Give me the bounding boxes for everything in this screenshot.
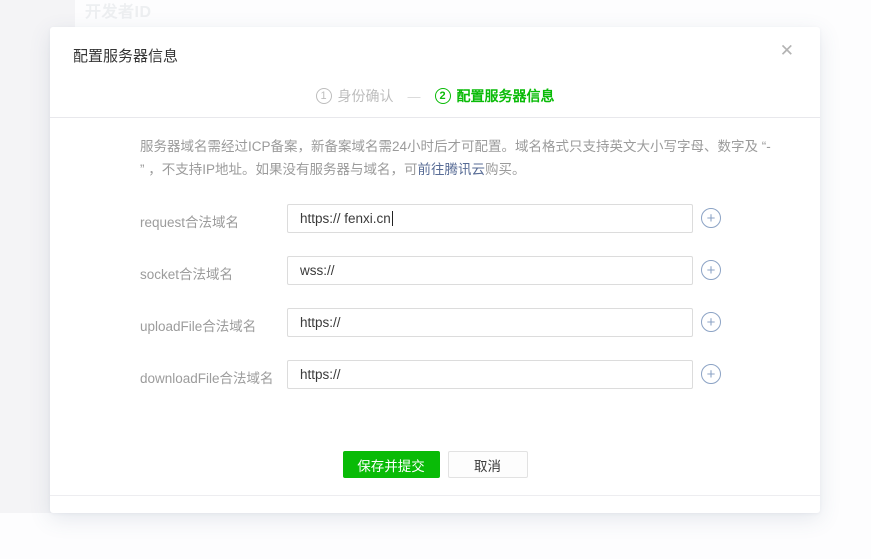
dialog-actions: 保存并提交 取消 [50, 451, 820, 478]
step-separator-dash: — [408, 89, 421, 104]
uploadfile-domain-label: uploadFile合法域名 [140, 315, 256, 335]
request-domain-label: request合法域名 [140, 211, 239, 231]
add-socket-domain-plus-icon[interactable]: + [701, 260, 721, 280]
save-and-submit-button[interactable]: 保存并提交 [343, 451, 440, 478]
request-domain-input[interactable]: https:// fenxi.cn [287, 204, 693, 233]
add-downloadfile-domain-plus-icon[interactable]: + [701, 364, 721, 384]
step2-number-circle: 2 [435, 88, 451, 104]
downloadfile-domain-input[interactable]: https:// [287, 360, 693, 389]
domain-rules-description: 服务器域名需经过ICP备案，新备案域名需24小时后才可配置。域名格式只支持英文大… [140, 135, 772, 181]
dialog-title: 配置服务器信息 [73, 45, 178, 66]
steps-indicator: 1 身份确认 — 2 配置服务器信息 [50, 86, 820, 106]
form-row-request-domain: request合法域名 https:// fenxi.cn + [50, 204, 820, 233]
socket-domain-input[interactable]: wss:// [287, 256, 693, 285]
step2-label: 配置服务器信息 [457, 86, 555, 106]
socket-domain-value: wss:// [300, 263, 335, 278]
uploadfile-domain-value: https:// [300, 315, 341, 330]
form-row-downloadfile-domain: downloadFile合法域名 https:// + [50, 360, 820, 389]
downloadfile-domain-value: https:// [300, 367, 341, 382]
text-caret [392, 211, 393, 226]
uploadfile-domain-input[interactable]: https:// [287, 308, 693, 337]
socket-domain-label: socket合法域名 [140, 263, 233, 283]
background-page-heading: 开发者ID [85, 0, 152, 22]
header-divider [50, 117, 820, 118]
description-line1: 服务器域名需经过ICP备案，新备案域名需24小时后才可配置。域名格式只支持英文大… [140, 139, 771, 154]
description-line2-after-link: 购买。 [485, 162, 526, 177]
request-domain-value: https:// fenxi.cn [300, 211, 391, 226]
form-row-socket-domain: socket合法域名 wss:// + [50, 256, 820, 285]
tencent-cloud-link[interactable]: 前往腾讯云 [418, 162, 486, 177]
step1-number-circle: 1 [316, 88, 332, 104]
description-line2-before-link: ” ，不支持IP地址。如果没有服务器与域名，可 [140, 162, 418, 177]
cancel-button[interactable]: 取消 [448, 451, 528, 478]
step-identity-confirm: 1 身份确认 [316, 86, 394, 106]
add-uploadfile-domain-plus-icon[interactable]: + [701, 312, 721, 332]
form-row-uploadfile-domain: uploadFile合法域名 https:// + [50, 308, 820, 337]
step-configure-server: 2 配置服务器信息 [435, 86, 555, 106]
configure-server-dialog: 配置服务器信息 ✕ 1 身份确认 — 2 配置服务器信息 服务器域名需经过ICP… [50, 27, 820, 513]
downloadfile-domain-label: downloadFile合法域名 [140, 367, 274, 387]
step1-label: 身份确认 [338, 86, 394, 106]
footer-divider [50, 495, 820, 496]
add-request-domain-plus-icon[interactable]: + [701, 208, 721, 228]
close-icon[interactable]: ✕ [780, 42, 794, 59]
